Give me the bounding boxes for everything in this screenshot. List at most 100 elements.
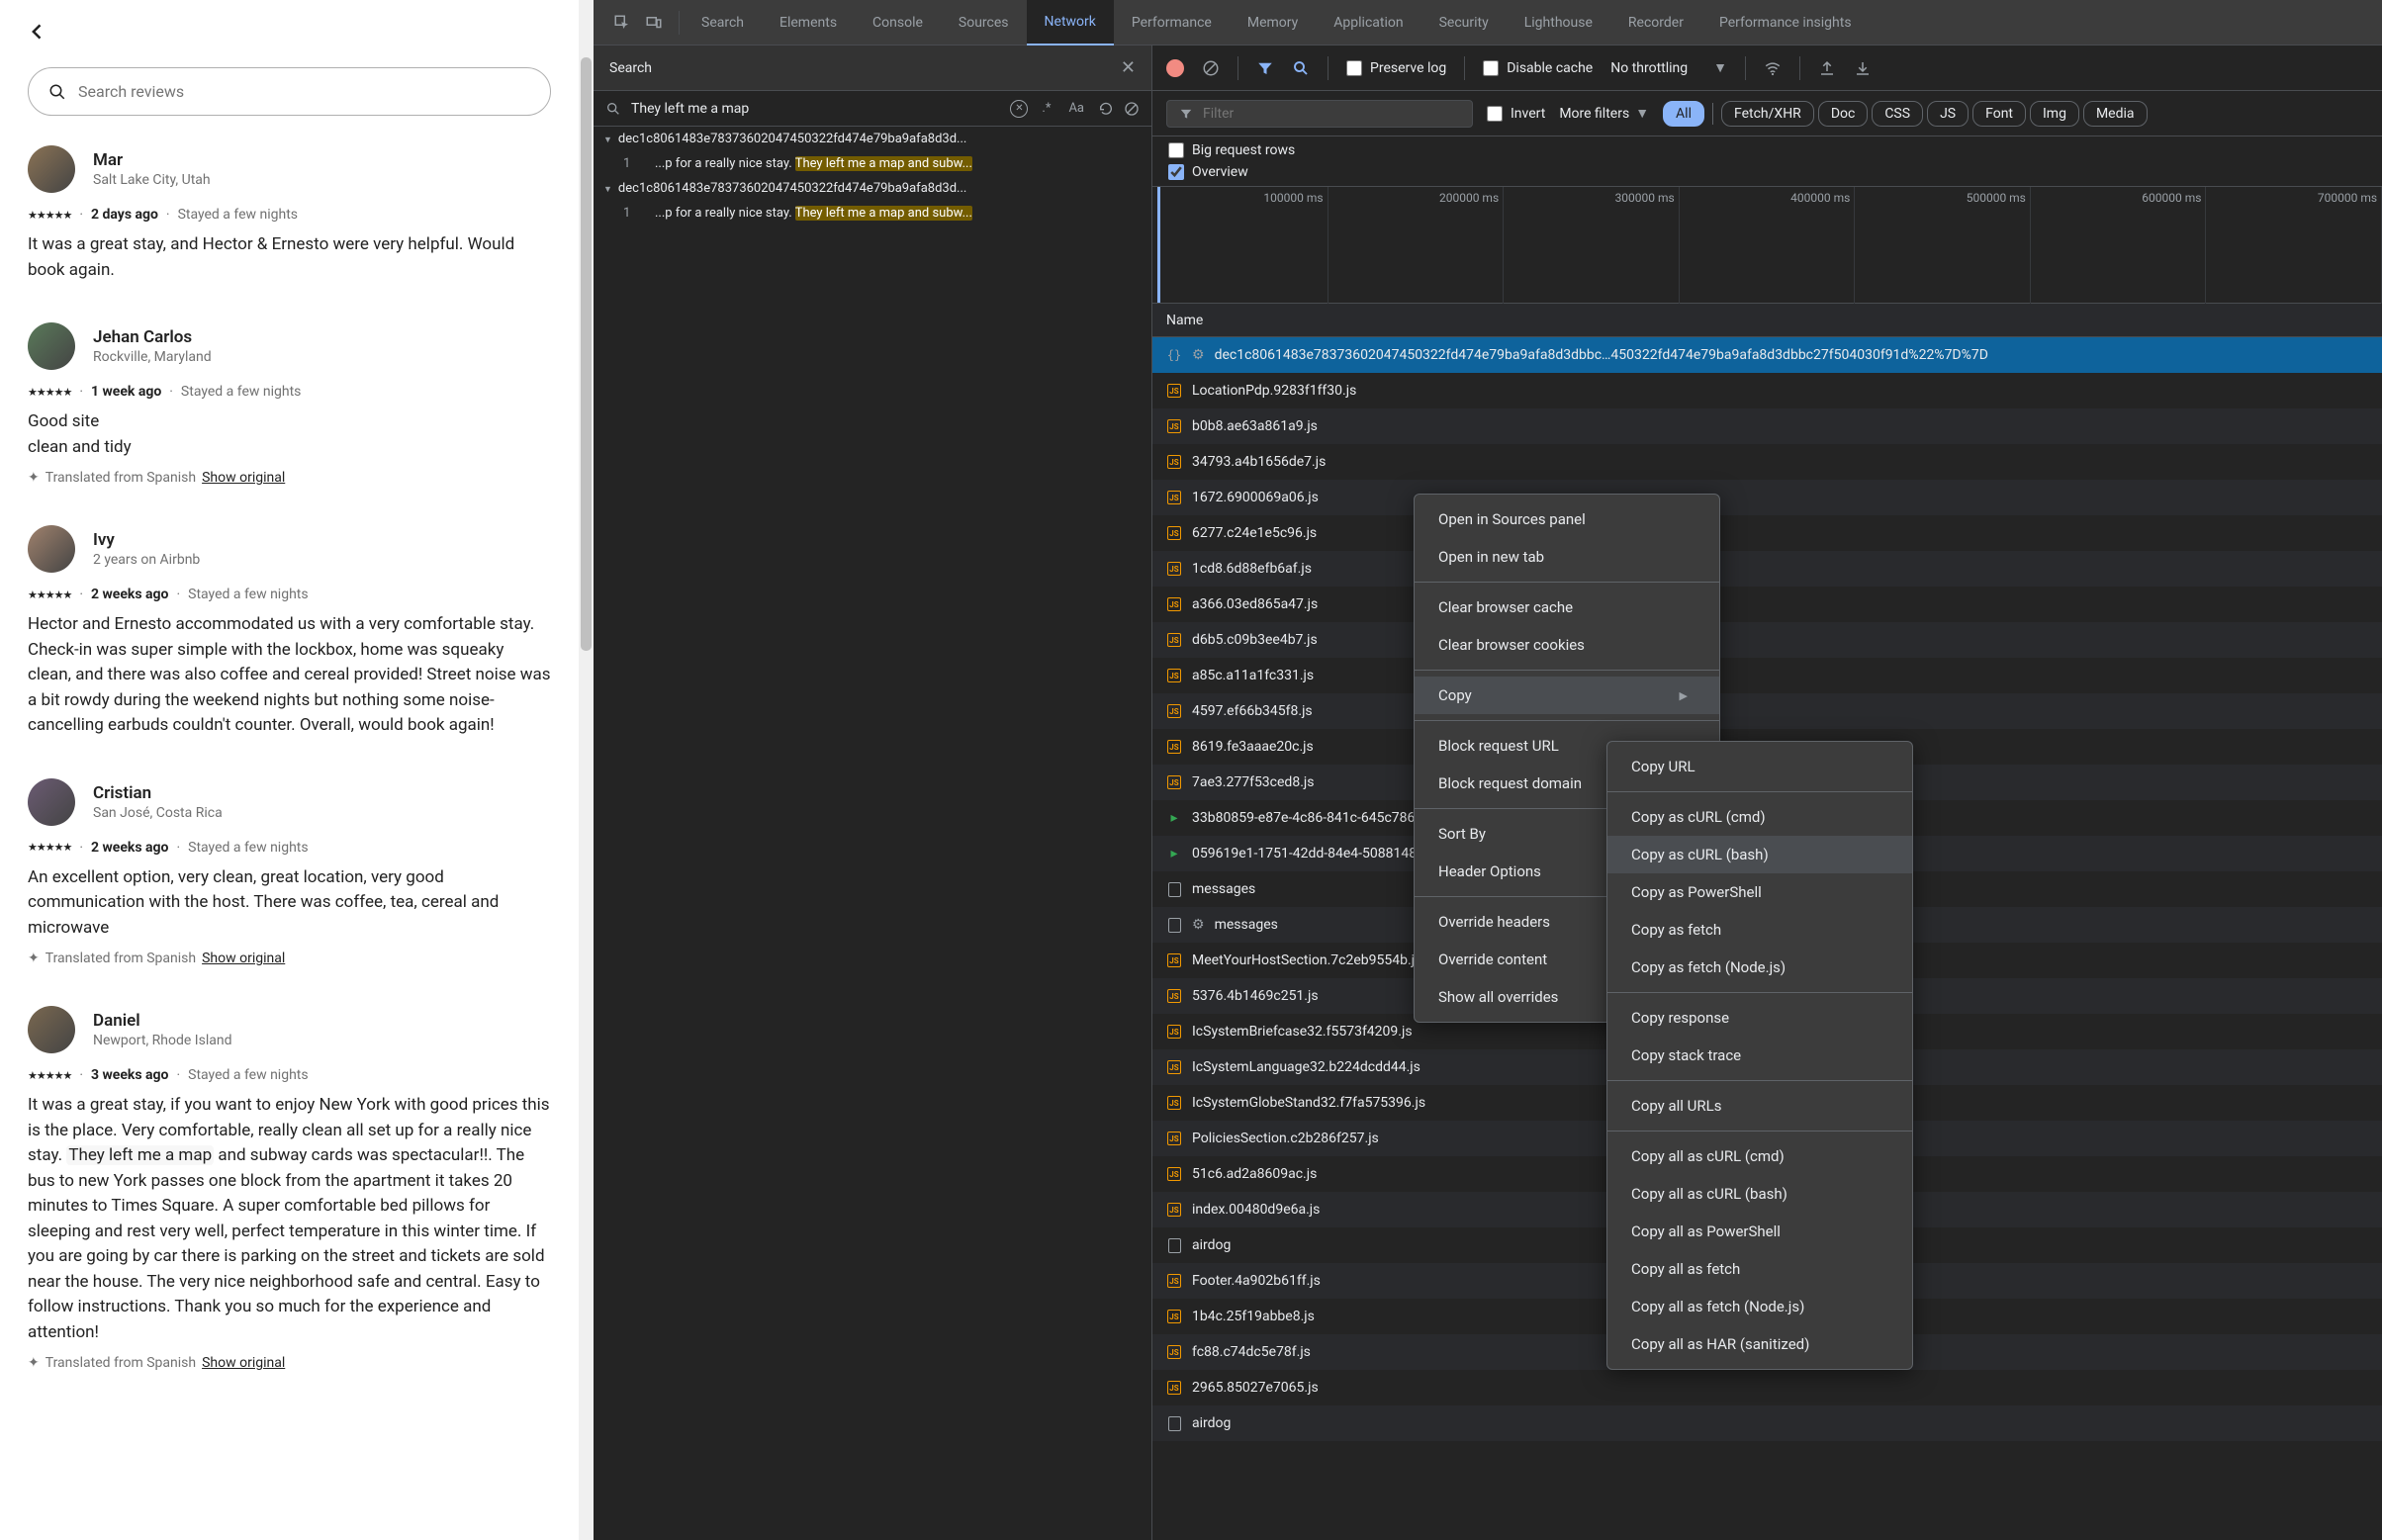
cm-stack[interactable]: Copy stack trace [1607,1037,1912,1074]
search-icon [605,101,621,117]
filter-pill-media[interactable]: Media [2083,101,2148,127]
avatar[interactable] [28,322,75,370]
cm-clear-cache[interactable]: Clear browser cache [1415,589,1719,626]
device-icon[interactable] [645,14,663,32]
cm-fetch-node[interactable]: Copy as fetch (Node.js) [1607,949,1912,986]
back-button[interactable] [28,20,47,47]
request-row[interactable]: JSb0b8.ae63a861a9.js [1152,408,2382,444]
cm-all-ps[interactable]: Copy all as PowerShell [1607,1213,1912,1250]
cancel-icon[interactable] [1124,101,1140,117]
case-toggle[interactable]: Aa [1064,99,1088,118]
disable-cache-checkbox[interactable]: Disable cache [1483,60,1593,76]
cm-fetch[interactable]: Copy as fetch [1607,911,1912,949]
download-icon[interactable] [1854,59,1872,77]
request-row[interactable]: {}⚙dec1c8061483e78373602047450322fd474e7… [1152,337,2382,373]
request-row[interactable]: JS1672.6900069a06.js [1152,480,2382,515]
cm-clear-cookies[interactable]: Clear browser cookies [1415,626,1719,664]
record-button[interactable] [1166,59,1184,77]
avatar[interactable] [28,145,75,193]
regex-toggle[interactable]: .* [1038,99,1054,118]
reviews-scrollbar[interactable] [579,0,594,1540]
request-row[interactable]: airdog [1152,1405,2382,1441]
request-row[interactable]: JSa366.03ed865a47.js [1152,587,2382,622]
search-result-file[interactable]: dec1c8061483e78373602047450322fd474e79ba… [594,127,1151,151]
close-icon[interactable]: ✕ [1121,57,1136,78]
search-result-line[interactable]: 1...p for a really nice stay. They left … [594,201,1151,226]
tab-performance-insights[interactable]: Performance insights [1701,0,1870,45]
search-query-input[interactable] [631,101,1000,117]
clear-search-icon[interactable]: ✕ [1010,100,1028,118]
filter-pill-doc[interactable]: Doc [1818,101,1869,127]
clear-icon[interactable] [1202,59,1220,77]
filter-pill-js[interactable]: JS [1927,101,1969,127]
timeline[interactable]: 100000 ms200000 ms300000 ms400000 ms5000… [1152,187,2382,304]
cm-all-fetch-node[interactable]: Copy all as fetch (Node.js) [1607,1288,1912,1325]
refresh-icon[interactable] [1098,101,1114,117]
request-row[interactable]: JS2965.85027e7065.js [1152,1370,2382,1405]
filter-pill-font[interactable]: Font [1972,101,2026,127]
cm-all-fetch[interactable]: Copy all as fetch [1607,1250,1912,1288]
cm-all-urls[interactable]: Copy all URLs [1607,1087,1912,1125]
filter-icon[interactable] [1256,59,1274,77]
wifi-icon[interactable] [1764,59,1782,77]
filter-text-input[interactable] [1203,106,1460,122]
more-filters-dropdown[interactable]: More filters▼ [1559,105,1649,122]
tab-elements[interactable]: Elements [762,0,855,45]
review-search-input[interactable] [78,82,530,101]
show-original-link[interactable]: Show original [202,470,285,486]
request-row[interactable]: JS1cd8.6d88efb6af.js [1152,551,2382,587]
filter-input[interactable] [1166,100,1473,128]
tab-memory[interactable]: Memory [1230,0,1316,45]
review-item: CristianSan José, Costa Rica★★★★★·2 week… [28,778,551,967]
cm-copy-url[interactable]: Copy URL [1607,748,1912,785]
cm-response[interactable]: Copy response [1607,999,1912,1037]
avatar[interactable] [28,525,75,573]
cm-all-curl-cmd[interactable]: Copy all as cURL (cmd) [1607,1137,1912,1175]
tab-lighthouse[interactable]: Lighthouse [1507,0,1610,45]
avatar[interactable] [28,778,75,826]
preserve-log-checkbox[interactable]: Preserve log [1346,60,1446,76]
cm-open-tab[interactable]: Open in new tab [1415,538,1719,576]
search-result-line[interactable]: 1...p for a really nice stay. They left … [594,151,1151,176]
search-icon[interactable] [1292,59,1310,77]
avatar[interactable] [28,1006,75,1053]
big-rows-checkbox[interactable]: Big request rows [1168,142,2366,158]
table-header-name[interactable]: Name [1152,304,2382,337]
cm-curl-cmd[interactable]: Copy as cURL (cmd) [1607,798,1912,836]
request-row[interactable]: JS34793.a4b1656de7.js [1152,444,2382,480]
tab-sources[interactable]: Sources [941,0,1027,45]
request-row[interactable]: JS6277.c24e1e5c96.js [1152,515,2382,551]
request-row[interactable]: JSLocationPdp.9283f1ff30.js [1152,373,2382,408]
tab-console[interactable]: Console [855,0,941,45]
request-row[interactable]: JSd6b5.c09b3ee4b7.js [1152,622,2382,658]
review-search[interactable] [28,67,551,116]
img-icon: ▸ [1170,846,1177,861]
cm-copy[interactable]: Copy▶ [1415,677,1719,714]
tab-performance[interactable]: Performance [1114,0,1230,45]
cm-all-har[interactable]: Copy all as HAR (sanitized) [1607,1325,1912,1363]
cm-curl-bash[interactable]: Copy as cURL (bash) [1607,836,1912,873]
inspect-icon[interactable] [613,14,631,32]
request-row[interactable]: JSa85c.a11a1fc331.js [1152,658,2382,693]
invert-checkbox[interactable]: Invert [1487,106,1545,122]
upload-icon[interactable] [1818,59,1836,77]
search-result-file[interactable]: dec1c8061483e78373602047450322fd474e79ba… [594,176,1151,201]
search-pane: Search ✕ ✕ .* Aa dec1c8061483e7837360204… [594,45,1152,1540]
filter-pill-fetch-xhr[interactable]: Fetch/XHR [1721,101,1814,127]
show-original-link[interactable]: Show original [202,951,285,966]
tab-recorder[interactable]: Recorder [1610,0,1701,45]
filter-pill-img[interactable]: Img [2030,101,2079,127]
tab-security[interactable]: Security [1421,0,1507,45]
cm-open-sources[interactable]: Open in Sources panel [1415,500,1719,538]
filter-pill-css[interactable]: CSS [1872,101,1923,127]
tab-network[interactable]: Network [1027,0,1114,45]
request-row[interactable]: JS4597.ef66b345f8.js [1152,693,2382,729]
cm-powershell[interactable]: Copy as PowerShell [1607,873,1912,911]
filter-pill-all[interactable]: All [1663,101,1704,127]
overview-checkbox[interactable]: Overview [1168,164,2366,180]
cm-all-curl-bash[interactable]: Copy all as cURL (bash) [1607,1175,1912,1213]
show-original-link[interactable]: Show original [202,1355,285,1371]
throttling-dropdown[interactable]: No throttling▼ [1610,59,1727,76]
tab-application[interactable]: Application [1316,0,1420,45]
tab-search[interactable]: Search [684,0,762,45]
